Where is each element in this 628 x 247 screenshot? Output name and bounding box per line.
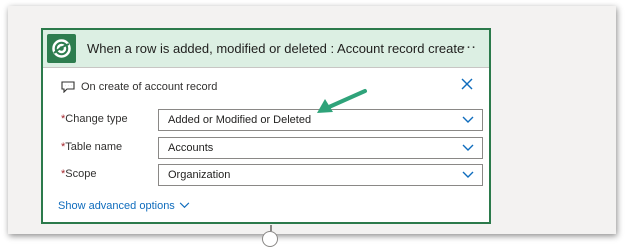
designer-canvas: When a row is added, modified or deleted… [8,6,616,247]
scope-value: Organization [168,169,231,181]
advanced-link-label: Show advanced options [58,200,175,212]
chevron-down-icon[interactable] [462,144,474,152]
add-step-icon[interactable] [262,231,278,247]
scope-dropdown[interactable]: Organization [158,164,483,186]
show-advanced-options-link[interactable]: Show advanced options [58,200,190,212]
card-header[interactable]: When a row is added, modified or deleted… [43,30,489,68]
close-icon[interactable] [459,76,475,92]
change-type-label-text: Change type [65,113,128,125]
table-name-dropdown[interactable]: Accounts [158,137,483,159]
card-title: When a row is added, modified or deleted… [87,41,465,56]
chevron-down-icon [179,202,190,209]
table-name-label-text: Table name [65,141,123,153]
chevron-down-icon[interactable] [462,171,474,179]
annotation-arrow-icon [317,89,367,113]
scope-label: *Scope [61,168,96,180]
change-type-label: *Change type [61,113,128,125]
table-name-value: Accounts [168,142,214,154]
chevron-down-icon[interactable] [462,116,474,124]
table-name-row: *Table name Accounts [61,137,483,159]
trigger-card: When a row is added, modified or deleted… [41,28,491,224]
comment-text: On create of account record [81,81,218,93]
dataverse-icon [47,34,76,63]
comment-icon [61,81,75,93]
change-type-row: *Change type Added or Modified or Delete… [61,109,483,131]
table-name-label: *Table name [61,141,122,153]
scope-label-text: Scope [65,168,97,180]
change-type-value: Added or Modified or Deleted [168,114,312,126]
scope-row: *Scope Organization [61,164,483,186]
more-options-icon[interactable]: … [459,36,479,57]
